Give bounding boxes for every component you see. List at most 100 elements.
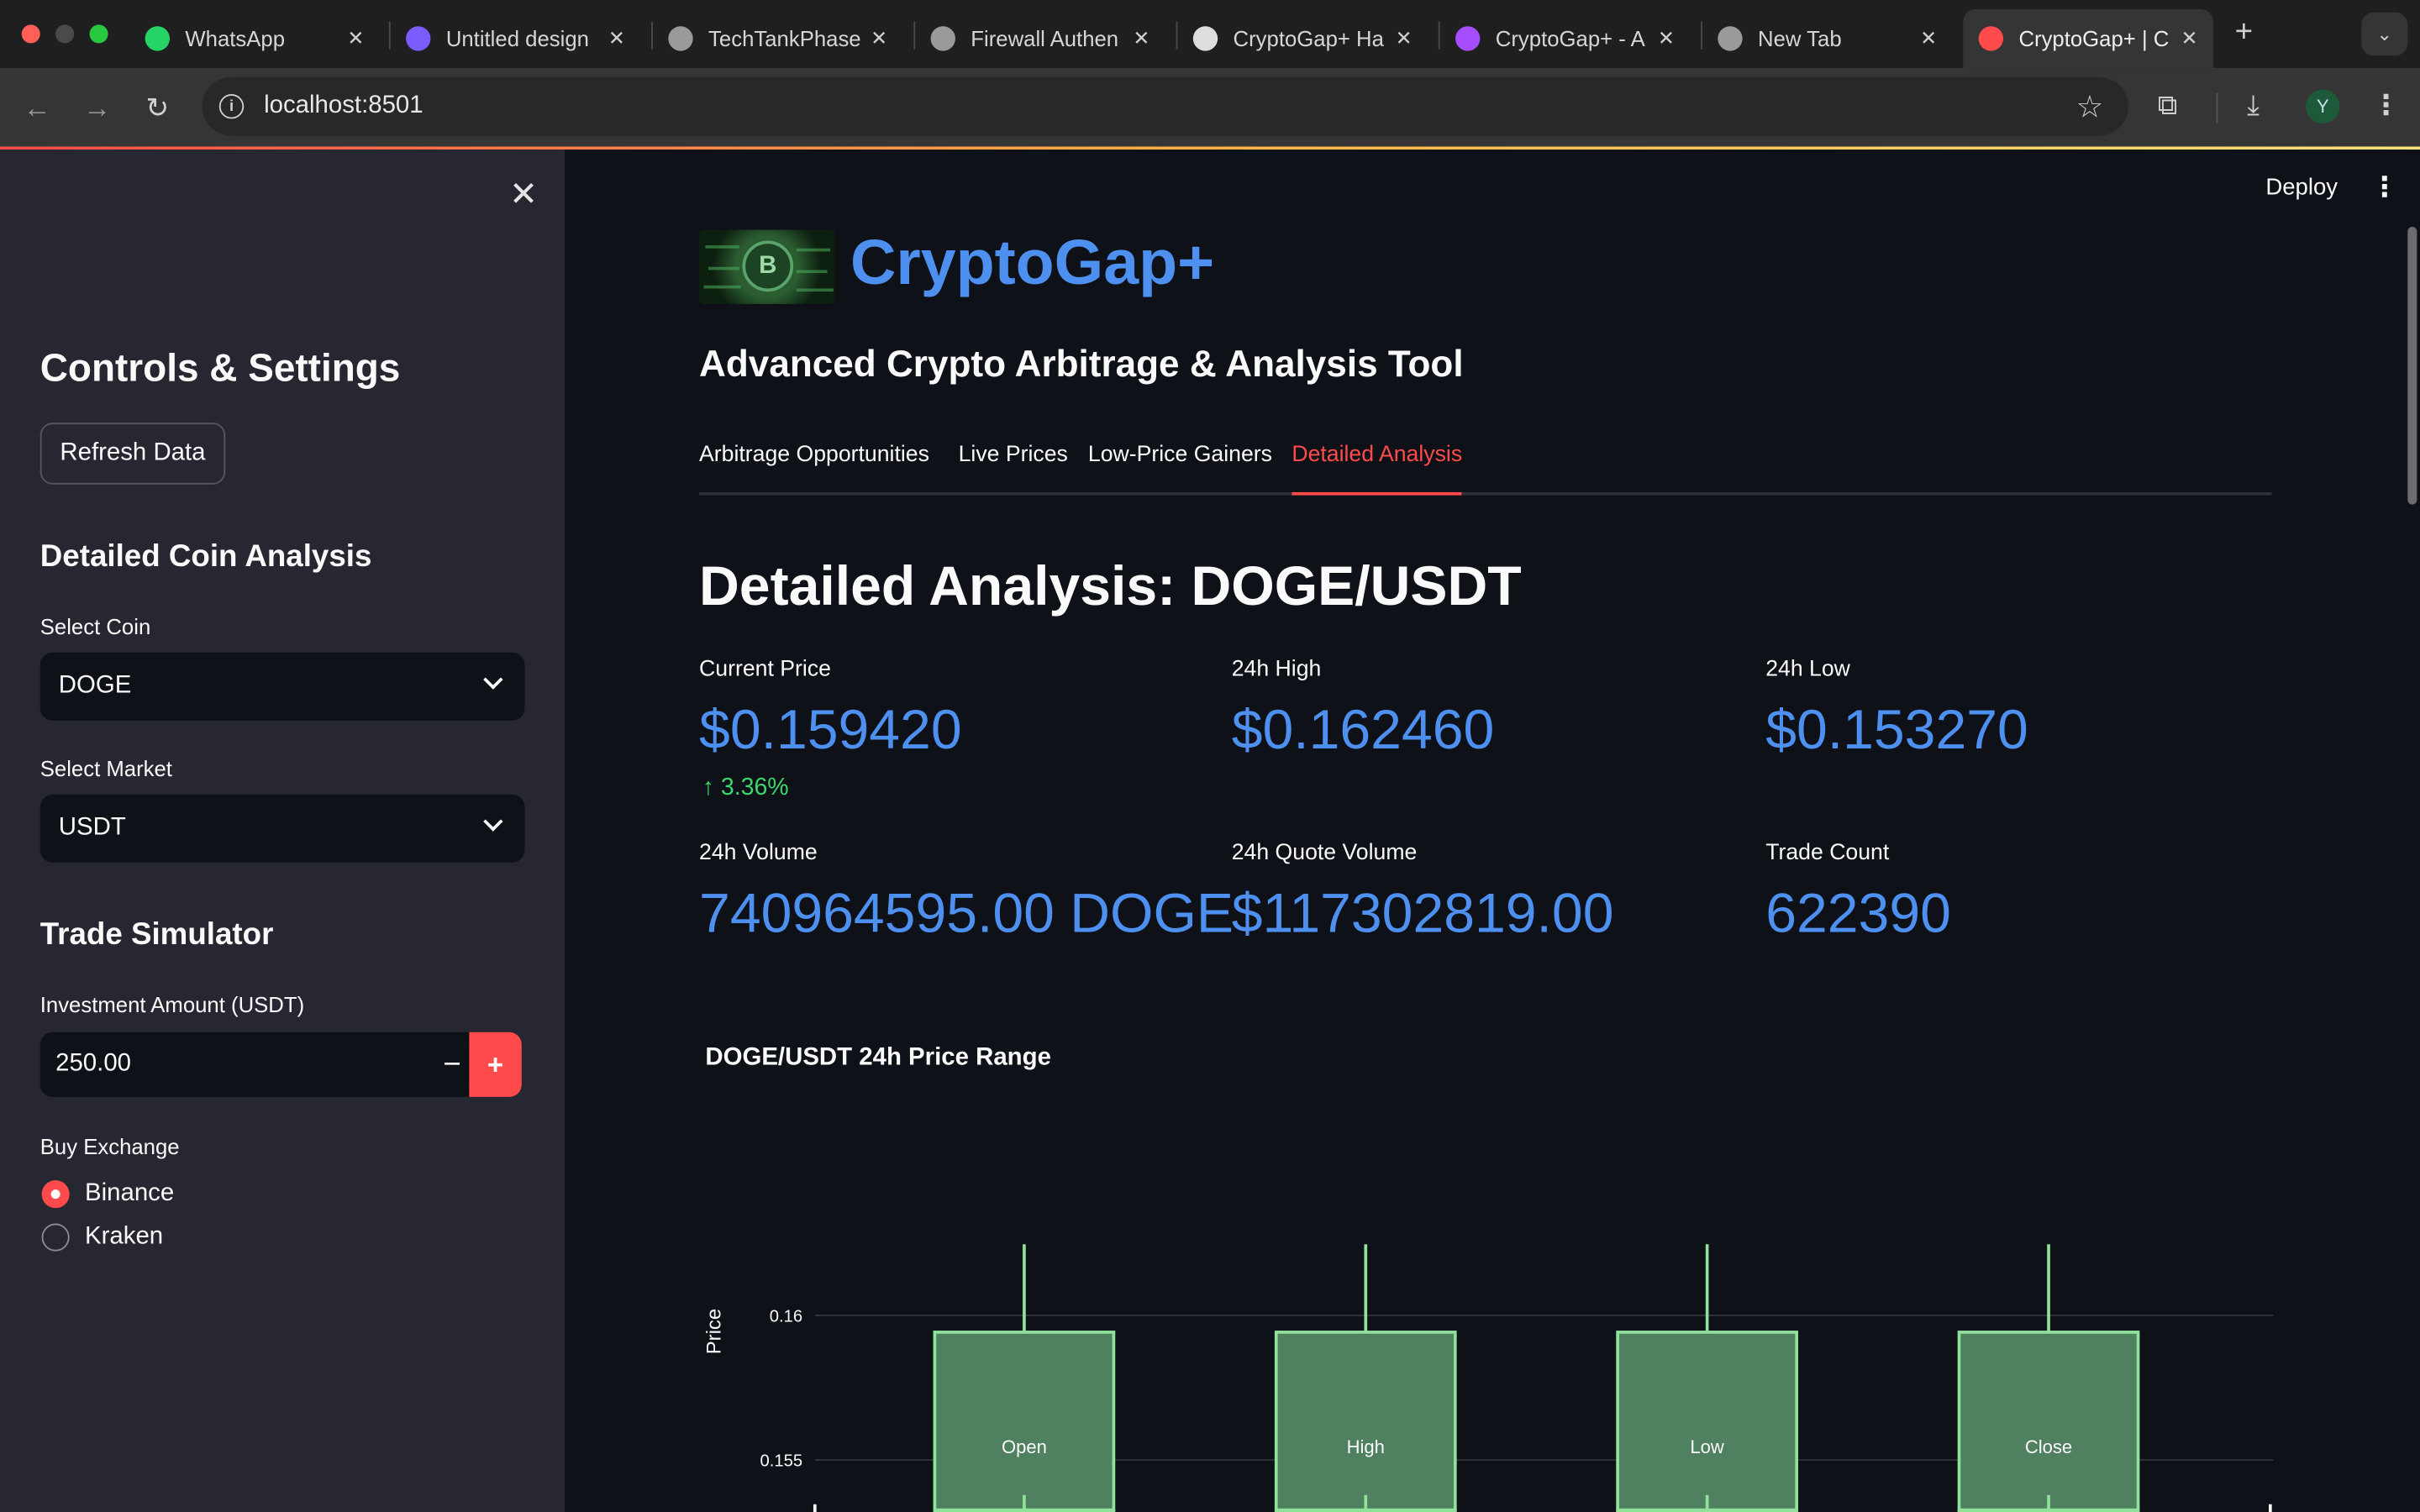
download-icon[interactable]: ⤓ [2247,90,2260,123]
tab-strip: WhatsApp ✕ Untitled design ✕ TechTankPhase ✕ F… [0,0,2420,68]
toolbar-divider [2216,92,2218,123]
close-tab-icon[interactable]: ✕ [1133,26,1150,50]
app-title: CryptoGap+ [850,226,1215,298]
address-bar[interactable]: i localhost:8501 ☆ [202,76,2128,136]
select-coin-dropdown[interactable]: DOGE [39,652,525,721]
browser-tab-label[interactable]: WhatsApp [185,26,338,50]
browser-tab[interactable]: TechTankPhase ✕ [653,9,903,68]
new-tab-button[interactable]: + [2235,15,2253,50]
bookmark-star-icon[interactable]: ☆ [2076,88,2104,127]
chevron-down-icon [483,669,503,690]
tab-low-price-gainers[interactable]: Low-Price Gainers [1088,443,1272,495]
radio-binance-label[interactable]: Binance [85,1180,174,1208]
chevron-down-icon [483,811,503,832]
browser-tab[interactable]: Firewall Authen ✕ [915,9,1165,68]
metric-value-24h-volume: 740964595.00 DOGE [699,880,1234,945]
metric-value-24h-low: $0.153270 [1765,697,2028,761]
select-market-value: USDT [58,814,126,842]
url-text[interactable]: localhost:8501 [264,92,424,120]
extensions-icon[interactable]: ⧉ [2158,90,2178,123]
cube-icon [1455,26,1481,51]
close-window-icon[interactable] [21,24,40,44]
minimize-window-icon[interactable] [55,24,75,44]
candle-body [1616,1331,1799,1512]
scrollbar[interactable] [2407,226,2417,505]
radio-kraken[interactable]: Kraken [41,1223,164,1252]
radio-selected-icon[interactable] [41,1180,70,1209]
forward-arrow-icon[interactable]: → [79,90,116,127]
deploy-button[interactable]: Deploy [2265,175,2338,201]
browser-tab[interactable]: WhatsApp ✕ [129,9,380,68]
browser-tab-label[interactable]: New Tab [1758,26,1911,50]
close-sidebar-icon[interactable]: ✕ [509,175,538,215]
browser-tab-label[interactable]: CryptoGap+ | C [2018,26,2171,50]
close-tab-icon[interactable]: ✕ [347,26,364,50]
radio-kraken-label[interactable]: Kraken [85,1224,163,1252]
browser-menu-icon[interactable]: ⋮ [2372,90,2400,123]
chart-title: DOGE/USDT 24h Price Range [705,1044,1051,1071]
browser-tab[interactable]: Untitled design ✕ [391,9,641,68]
browser-tab-label[interactable]: TechTankPhase [708,26,861,50]
browser-toolbar: ← → ↻ i localhost:8501 ☆ ⧉ ⤓ ⋮ [0,67,2420,149]
radio-binance[interactable]: Binance [41,1180,175,1209]
app-menu-icon[interactable]: ⋮ [2370,171,2398,204]
select-coin-label: Select Coin [39,614,151,639]
metric-label-24h-quote-volume: 24h Quote Volume [1231,841,1418,866]
profile-avatar[interactable]: Y [2306,89,2340,123]
browser-tab[interactable]: CryptoGap+ | C ✕ [1963,9,2213,68]
app-logo: B [699,229,835,304]
stage: WhatsApp ✕ Untitled design ✕ TechTankPhase ✕ F… [0,0,2420,1512]
browser-tab[interactable]: CryptoGap+ - A ✕ [1440,9,1691,68]
back-arrow-icon[interactable]: ← [18,90,55,127]
maximize-window-icon[interactable] [89,24,108,44]
close-tab-icon[interactable]: ✕ [1396,26,1413,50]
investment-amount-value[interactable]: 250.00 [55,1051,131,1079]
close-tab-icon[interactable]: ✕ [1920,26,1937,50]
close-tab-icon[interactable]: ✕ [2181,26,2197,50]
tab-search-button[interactable]: ⌄ [2361,12,2408,56]
tab-detailed-analysis[interactable]: Detailed Analysis [1292,443,1463,496]
close-tab-icon[interactable]: ✕ [608,26,625,50]
sidebar-heading: Controls & Settings [39,347,401,391]
browser-tab-label[interactable]: Untitled design [446,26,599,50]
tab-live-prices[interactable]: Live Prices [959,443,1068,495]
browser-tab[interactable]: CryptoGap+ Ha ✕ [1177,9,1428,68]
tab-bar: Arbitrage Opportunities Live Prices Low-… [699,443,2272,496]
metric-value-trade-count: 622390 [1765,880,1951,945]
tab-arbitrage-opportunities[interactable]: Arbitrage Opportunities [699,443,929,495]
site-info-icon[interactable]: i [218,94,245,119]
investment-amount-input[interactable]: 250.00 − + [39,1032,522,1097]
main-content: Deploy ⋮ B CryptoGap+ Advanced Crypto Ar… [565,150,2420,1512]
metric-delta: ↑ 3.36% [702,774,789,802]
browser-tab-label[interactable]: Firewall Authen [971,26,1123,50]
sidebar: ✕ Controls & Settings Refresh Data Detai… [0,150,566,1512]
metric-label-24h-high: 24h High [1231,657,1322,682]
bitcoin-icon: B [742,240,794,292]
buy-exchange-label: Buy Exchange [39,1133,180,1159]
tab-separator [651,21,653,50]
price-range-chart[interactable]: 0.155 0.16 Price Open High Low Close [699,1106,2289,1512]
candle-body [1274,1331,1457,1512]
browser-tab-label[interactable]: CryptoGap+ - A [1496,26,1649,50]
metric-label-24h-volume: 24h Volume [699,841,818,866]
reload-icon[interactable]: ↻ [139,90,176,127]
x-tick-label: Close [2025,1436,2072,1457]
increment-button[interactable]: + [469,1032,522,1097]
select-market-dropdown[interactable]: USDT [39,794,525,863]
globe-icon [930,26,955,51]
metric-value-current-price: $0.159420 [699,697,962,761]
app-subtitle: Advanced Crypto Arbitrage & Analysis Too… [699,344,1464,386]
x-tick-label: Low [1690,1436,1724,1457]
chart-icon [1978,26,2004,51]
candle-body [1957,1331,2140,1512]
browser-tab[interactable]: New Tab ✕ [1702,9,1953,68]
radio-unselected-icon[interactable] [41,1223,70,1252]
close-tab-icon[interactable]: ✕ [871,26,887,50]
refresh-data-button[interactable]: Refresh Data [39,423,226,485]
close-tab-icon[interactable]: ✕ [1658,26,1675,50]
globe-icon [668,26,693,51]
select-market-label: Select Market [39,755,172,781]
browser-tab-label[interactable]: CryptoGap+ Ha [1234,26,1386,50]
arrow-up-icon: ↑ [702,774,714,801]
tab-separator [1701,21,1702,50]
